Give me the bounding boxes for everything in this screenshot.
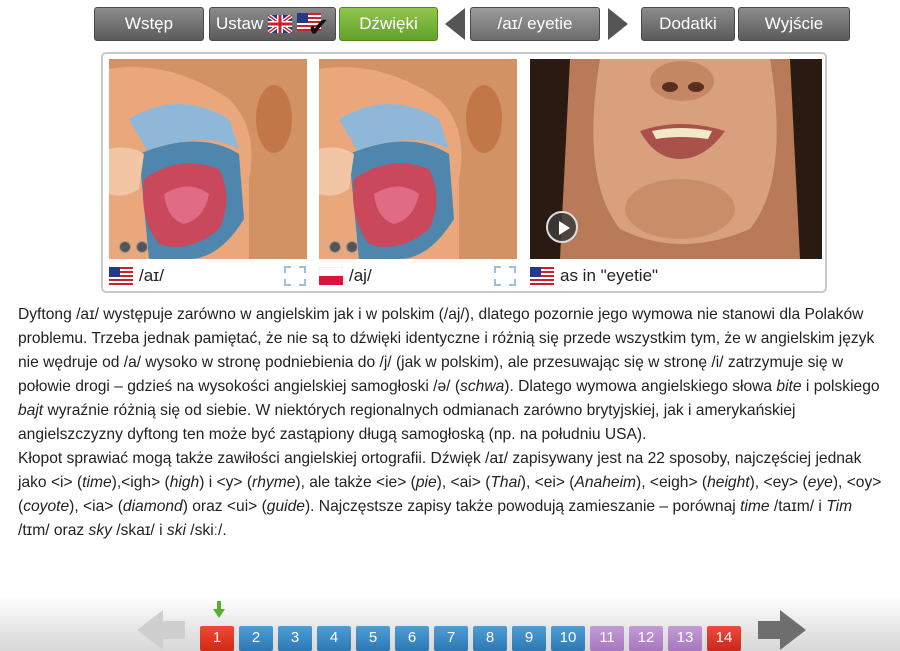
- play-small-icon[interactable]: [136, 241, 148, 253]
- exit-label: Wyjście: [764, 14, 824, 33]
- media-panel: /aɪ/ /aj/ as in "eyetie": [101, 52, 827, 293]
- caption-us-text: /aɪ/: [139, 266, 164, 285]
- stop-icon[interactable]: [329, 241, 341, 253]
- page-button-6[interactable]: 6: [395, 626, 429, 651]
- next-sound-arrow-icon[interactable]: [608, 8, 628, 40]
- current-sound-button[interactable]: /aɪ/ eyetie: [470, 7, 600, 41]
- pronunciation-video[interactable]: [530, 59, 822, 259]
- page-button-5[interactable]: 5: [356, 626, 390, 651]
- caption-us: /aɪ/: [109, 262, 164, 290]
- extras-button[interactable]: Dodatki: [641, 7, 735, 41]
- page-buttons: 1 2 3 4 5 6 7 8 9 10 11 12 13 14: [200, 626, 741, 651]
- page-button-9[interactable]: 9: [512, 626, 546, 651]
- exit-button[interactable]: Wyjście: [738, 7, 850, 41]
- intro-button[interactable]: Wstęp: [94, 7, 204, 41]
- previous-sound-arrow-icon[interactable]: [445, 8, 465, 40]
- page-button-13[interactable]: 13: [668, 626, 702, 651]
- animation-controls[interactable]: [329, 241, 358, 253]
- checkmark-icon: ✔: [307, 11, 330, 42]
- caption-pl: /aj/: [319, 262, 372, 290]
- sounds-button[interactable]: Dźwięki: [339, 7, 438, 41]
- caption-video: as in "eyetie": [530, 262, 658, 290]
- page-navigation: 1 2 3 4 5 6 7 8 9 10 11 12 13 14: [0, 596, 900, 651]
- page-button-3[interactable]: 3: [278, 626, 312, 651]
- sounds-label: Dźwięki: [359, 14, 418, 33]
- uk-flag-icon: [268, 15, 293, 33]
- settings-button[interactable]: Ustaw ✔: [209, 7, 336, 41]
- page-button-10[interactable]: 10: [551, 626, 585, 651]
- settings-label: Ustaw: [216, 14, 264, 33]
- page-button-8[interactable]: 8: [473, 626, 507, 651]
- caption-pl-text: /aj/: [349, 266, 372, 285]
- lesson-text: Dyftong /aɪ/ występuje zarówno w angiels…: [18, 303, 886, 543]
- play-video-icon[interactable]: [546, 211, 578, 243]
- animation-controls[interactable]: [119, 241, 148, 253]
- vocal-tract-diagram-icon: [319, 59, 517, 259]
- vocal-tract-diagram-icon: [109, 59, 307, 259]
- page-button-7[interactable]: 7: [434, 626, 468, 651]
- intro-label: Wstęp: [124, 14, 174, 33]
- previous-page-arrow-icon[interactable]: [137, 610, 185, 650]
- extras-label: Dodatki: [659, 14, 717, 33]
- play-small-icon[interactable]: [346, 241, 358, 253]
- current-sound-label: /aɪ/ eyetie: [497, 14, 573, 33]
- us-flag-icon: [530, 267, 554, 285]
- expand-icon[interactable]: [283, 265, 307, 287]
- expand-icon[interactable]: [493, 265, 517, 287]
- paragraph-2: Kłopot sprawiać mogą także zawiłości ang…: [18, 450, 882, 539]
- top-navigation: Wstęp Ustaw ✔ Dźwięki /aɪ/ eyetie Dodatk…: [0, 0, 900, 46]
- page-button-1[interactable]: 1: [200, 626, 234, 651]
- page-button-14[interactable]: 14: [707, 626, 741, 651]
- page-button-2[interactable]: 2: [239, 626, 273, 651]
- next-page-arrow-icon[interactable]: [758, 610, 806, 650]
- us-flag-icon: [109, 267, 133, 285]
- articulation-animation-pl[interactable]: [319, 59, 517, 259]
- articulation-animation-us[interactable]: [109, 59, 307, 259]
- page-button-12[interactable]: 12: [629, 626, 663, 651]
- page-button-11[interactable]: 11: [590, 626, 624, 651]
- current-page-marker-icon: [213, 601, 225, 618]
- paragraph-1: Dyftong /aɪ/ występuje zarówno w angiels…: [18, 306, 880, 443]
- page-button-4[interactable]: 4: [317, 626, 351, 651]
- caption-video-text: as in "eyetie": [560, 266, 659, 285]
- pl-flag-icon: [319, 267, 343, 285]
- stop-icon[interactable]: [119, 241, 131, 253]
